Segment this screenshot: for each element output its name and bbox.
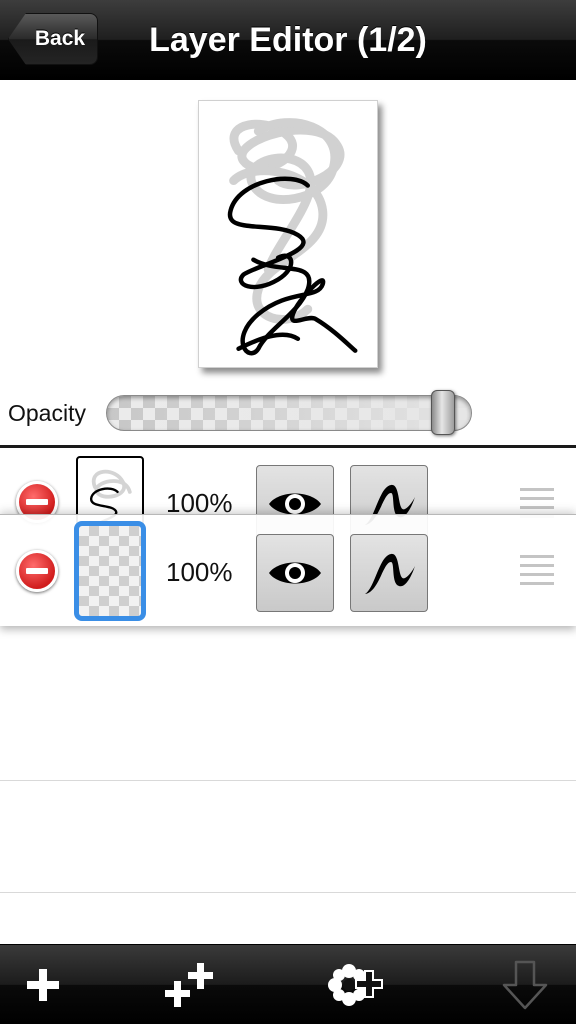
add-layer-button[interactable] [8, 955, 78, 1015]
list-separator [0, 780, 576, 781]
opacity-slider-track[interactable] [106, 395, 472, 431]
canvas-preview [198, 100, 378, 368]
layer-row[interactable]: 100% [0, 514, 576, 626]
bottom-toolbar [0, 944, 576, 1024]
reorder-handle-icon[interactable] [520, 555, 554, 585]
arrow-down-icon [502, 960, 548, 1010]
page-title: Layer Editor (1/2) [149, 21, 427, 59]
navigation-bar: Back Layer Editor (1/2) [0, 0, 576, 80]
opacity-slider-knob[interactable] [431, 390, 455, 435]
back-button[interactable]: Back [8, 13, 98, 65]
delete-layer-button[interactable] [16, 550, 58, 592]
eye-icon [269, 562, 321, 584]
add-effect-layer-button[interactable] [322, 955, 392, 1015]
minus-icon [26, 499, 48, 505]
opacity-label: Opacity [8, 400, 86, 426]
list-separator [0, 892, 576, 893]
layer-thumbnail-selected[interactable] [74, 521, 146, 621]
brush-stroke-icon [365, 553, 415, 594]
visibility-toggle-button[interactable] [256, 534, 334, 612]
add-multiple-icon [165, 963, 213, 1007]
layer-opacity-value: 100% [166, 557, 233, 587]
merge-down-button[interactable] [490, 955, 560, 1015]
blend-mode-button[interactable] [350, 534, 428, 612]
sketch-preview-image [227, 118, 358, 356]
plus-icon [27, 969, 59, 1001]
duplicate-layer-button[interactable] [158, 955, 228, 1015]
add-effect-icon [328, 964, 383, 1006]
minus-icon [26, 568, 48, 574]
